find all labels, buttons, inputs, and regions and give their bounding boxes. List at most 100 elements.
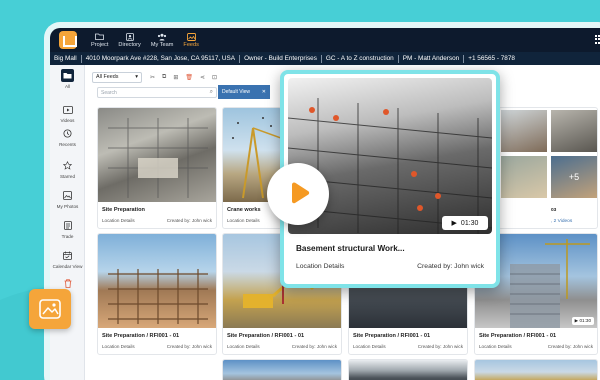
sidebar-item-label: Videos [60, 118, 75, 123]
project-name: Big Mall [54, 55, 77, 62]
delete-icon[interactable]: 🗑 [185, 74, 193, 81]
card-title: Crane works [227, 207, 261, 213]
card-meta: Location Details Created by: John wick [102, 218, 212, 223]
team-icon [157, 33, 167, 41]
project-gc: GC - A to Z construction [325, 55, 394, 62]
card-title: Site Preparation / RFI001 - 01 [479, 333, 557, 339]
contact-card-icon [125, 32, 135, 41]
nav-project[interactable]: Project [86, 28, 113, 52]
photo-gallery-badge[interactable] [29, 289, 71, 329]
move-icon[interactable]: ⊞ [173, 74, 178, 81]
construction-site-illustration [108, 118, 208, 198]
card-location: Location Details [102, 344, 135, 349]
nav-directory[interactable]: Directory [113, 28, 145, 52]
nav-my-team[interactable]: My Team [146, 28, 179, 52]
play-icon: ▶ [574, 318, 579, 323]
sidebar-item-calendar[interactable]: Calendar View [50, 249, 85, 269]
more-photos-overlay[interactable]: +5 [551, 156, 597, 198]
video-creator: Created by: John wick [417, 263, 484, 270]
toolbar-actions: ✂ ⧉ ⊞ 🗑 ⋖ ⊡ [150, 74, 217, 81]
card-title: Site Preparation [102, 207, 145, 213]
video-title: Basement structural Work... [296, 244, 405, 253]
video-duration-badge: ▶ 01:30 [442, 216, 488, 230]
more-count: +5 [568, 172, 580, 182]
play-icon: ▶ [451, 220, 457, 227]
sidebar-item-label: Calendar View [52, 264, 83, 269]
search-placeholder: Search [101, 89, 117, 96]
nav-project-label: Project [91, 41, 109, 48]
feed-card[interactable]: Site Preparation Location Details Create… [97, 107, 217, 229]
sidebar-item-label: All [64, 84, 71, 89]
card-meta: Location Details Created by: John wick [227, 344, 337, 349]
project-phone: +1 56565 - 7878 [468, 55, 515, 62]
sidebar-item-my-photos[interactable]: My Photos [50, 189, 85, 209]
group-videos-link[interactable]: , 2 Videos [551, 219, 572, 224]
card-creator: Created by: John wick [417, 344, 463, 349]
card-location: Location Details [102, 218, 135, 223]
sidebar-item-starred[interactable]: Starred [50, 159, 85, 179]
cut-icon[interactable]: ✂ [150, 74, 155, 81]
star-icon [61, 159, 74, 172]
history-icon [61, 127, 74, 140]
card-location: Location Details [479, 344, 512, 349]
apps-grid-icon[interactable] [595, 35, 600, 44]
app-logo[interactable] [50, 28, 86, 52]
card-title: Site Preparation / RFI001 - 01 [227, 333, 305, 339]
sidebar-item-trade[interactable]: Trade [50, 219, 85, 239]
card-location: Location Details [227, 344, 260, 349]
play-icon [292, 182, 310, 204]
sidebar-item-videos[interactable]: Videos [50, 103, 85, 123]
feed-card[interactable] [348, 359, 468, 380]
nav-my-team-label: My Team [150, 41, 174, 48]
card-meta: Location Details [227, 218, 277, 223]
copy-icon[interactable]: ⧉ [162, 74, 166, 81]
default-view-chip[interactable]: Default View ✕ [218, 85, 270, 99]
trade-icon [61, 219, 74, 232]
feeds-filter-value: All Feeds [96, 74, 119, 80]
card-meta: Location Details Created by: John wick [102, 344, 212, 349]
card-creator: Created by: John wick [547, 344, 593, 349]
feeds-filter-select[interactable]: All Feeds ▾ [92, 71, 142, 83]
card-meta: Location Details Created by: John wick [479, 344, 593, 349]
sidebar-item-recents[interactable]: Recents [50, 127, 85, 147]
sidebar-item-all[interactable]: All [50, 69, 85, 89]
sidebar-item-label: My Photos [56, 204, 79, 209]
sidebar-item-label: Recents [59, 142, 76, 147]
sidebar: All Videos Recents Starred My Photos Tra… [50, 65, 85, 380]
video-duration: 01:30 [579, 318, 592, 323]
card-title: Site Preparation / RFI001 - 01 [102, 333, 180, 339]
default-view-label: Default View [222, 89, 250, 95]
video-location: Location Details [296, 263, 345, 270]
video-icon [61, 103, 74, 116]
card-creator: Created by: John wick [166, 344, 212, 349]
feed-photo [98, 234, 216, 328]
nav-feeds[interactable]: Feeds [178, 28, 204, 52]
feed-photo [98, 108, 216, 202]
feed-card[interactable] [222, 359, 342, 380]
search-input[interactable]: Search ⌕ [97, 87, 217, 98]
sidebar-item-label: Starred [59, 174, 76, 179]
card-meta: Location Details Created by: John wick [353, 344, 463, 349]
card-title: Site Preparation / RFI001 - 01 [353, 333, 431, 339]
share-icon[interactable]: ⋖ [200, 74, 205, 81]
top-navigation: Project Directory My Team Feeds [50, 28, 600, 52]
play-button[interactable] [267, 163, 329, 225]
image-feed-icon [186, 32, 196, 41]
nav-feeds-label: Feeds [183, 41, 199, 48]
search-icon: ⌕ [209, 89, 213, 95]
image-icon [39, 299, 61, 319]
feed-card[interactable] [474, 359, 598, 380]
chevron-down-icon: ▾ [135, 74, 138, 80]
video-duration: 01:30 [460, 219, 479, 227]
feed-photo [501, 156, 547, 198]
card-creator: Created by: John wick [166, 218, 212, 223]
close-icon[interactable]: ✕ [262, 89, 266, 95]
project-address: 4010 Moorpark Ave #228, San Jose, CA 951… [85, 55, 236, 62]
feed-card[interactable]: Site Preparation / RFI001 - 01 Location … [97, 233, 217, 355]
group-icon[interactable]: ⊡ [212, 74, 217, 81]
feed-group-card[interactable]: +5 03 , 2 Videos [498, 107, 598, 229]
project-owner: Owner - Build Enterprises [244, 55, 317, 62]
folder-icon [61, 69, 74, 82]
card-creator: Created by: John wick [291, 344, 337, 349]
timber-frame-illustration [108, 269, 208, 324]
